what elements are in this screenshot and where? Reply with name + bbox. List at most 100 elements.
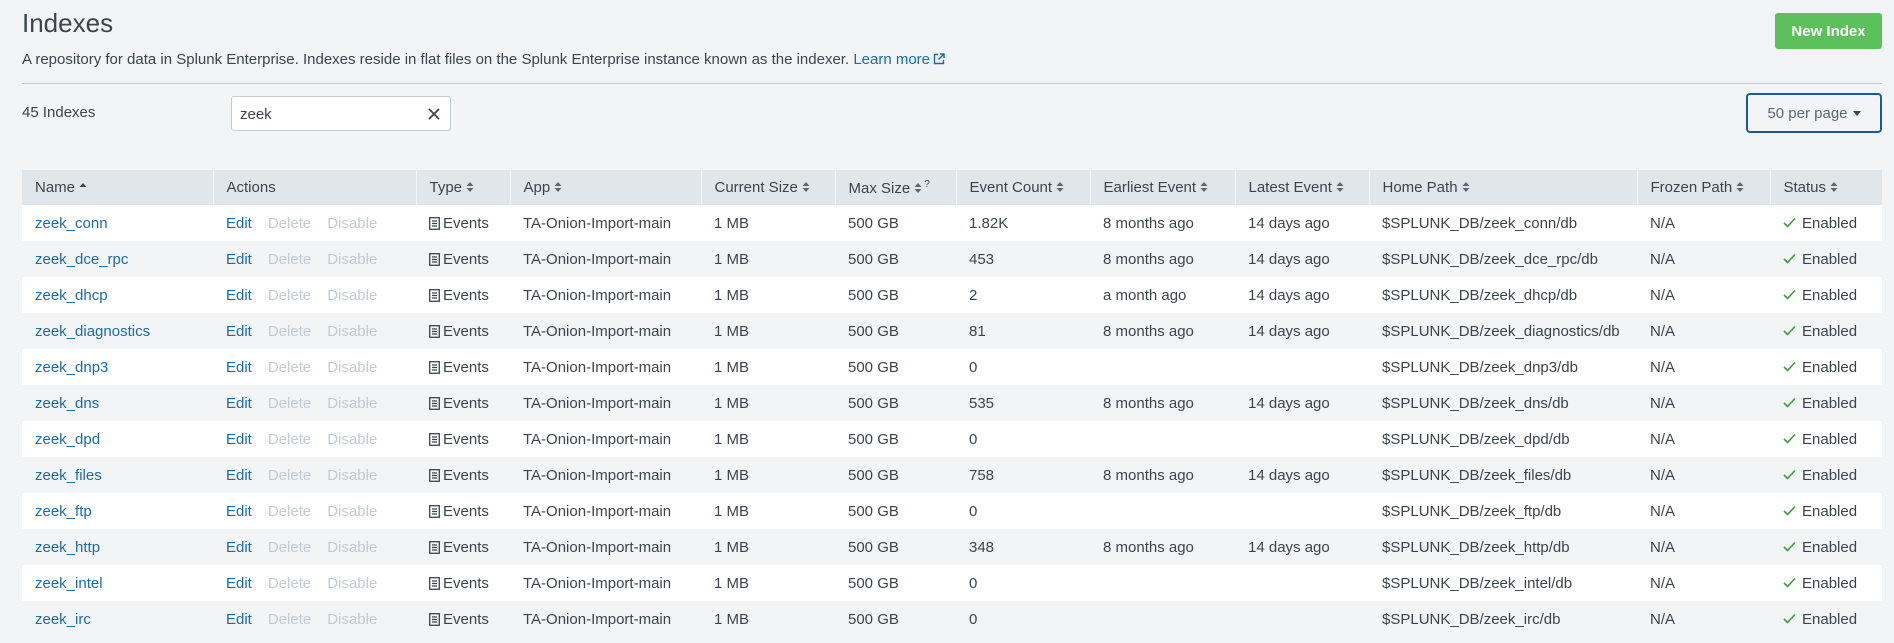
edit-link[interactable]: Edit (226, 611, 252, 628)
index-name-link[interactable]: zeek_dce_rpc (35, 251, 128, 268)
table-row: zeek_http Edit Delete Disable Events TA-Onion… (22, 529, 1882, 565)
column-header-current-size[interactable]: Current Size (701, 170, 836, 205)
edit-link[interactable]: Edit (226, 323, 252, 340)
status-label: Enabled (1802, 466, 1858, 484)
index-name-link[interactable]: zeek_dnp3 (35, 359, 108, 376)
column-header-app[interactable]: App (510, 170, 702, 205)
disable-link[interactable]: Disable (327, 251, 377, 268)
earliest-event-cell (1090, 349, 1235, 385)
sort-icon (1736, 182, 1744, 192)
edit-link[interactable]: Edit (226, 287, 252, 304)
delete-link[interactable]: Delete (268, 395, 311, 412)
edit-link[interactable]: Edit (226, 431, 252, 448)
index-name-link[interactable]: zeek_dpd (35, 431, 100, 448)
document-icon (429, 360, 440, 374)
new-index-button[interactable]: New Index (1775, 13, 1882, 49)
chevron-down-icon (1852, 110, 1861, 116)
delete-link[interactable]: Delete (268, 251, 311, 268)
column-header-event-count[interactable]: Event Count (956, 170, 1091, 205)
disable-link[interactable]: Disable (327, 431, 377, 448)
column-header-name[interactable]: Name (22, 170, 214, 205)
delete-link[interactable]: Delete (268, 539, 311, 556)
edit-link[interactable]: Edit (226, 539, 252, 556)
edit-link[interactable]: Edit (226, 575, 252, 592)
disable-link[interactable]: Disable (327, 467, 377, 484)
max-size-cell: 500 GB (835, 529, 956, 565)
max-size-cell: 500 GB (835, 205, 956, 241)
status-cell: Enabled (1770, 277, 1882, 313)
status-cell: Enabled (1770, 421, 1882, 457)
per-page-dropdown[interactable]: 50 per page (1746, 93, 1882, 133)
max-size-cell: 500 GB (835, 493, 956, 529)
column-header-type[interactable]: Type (416, 170, 511, 205)
edit-link[interactable]: Edit (226, 215, 252, 232)
search-input[interactable] (240, 103, 420, 125)
learn-more-link[interactable]: Learn more (853, 51, 945, 68)
disable-link[interactable]: Disable (327, 215, 377, 232)
column-header-earliest-event[interactable]: Earliest Event (1090, 170, 1236, 205)
column-header-home-path[interactable]: Home Path (1369, 170, 1638, 205)
edit-link[interactable]: Edit (226, 359, 252, 376)
earliest-event-cell (1090, 421, 1235, 457)
index-name-link[interactable]: zeek_diagnostics (35, 323, 150, 340)
disable-link[interactable]: Disable (327, 503, 377, 520)
header-divider (22, 83, 1882, 84)
type-cell: Events (416, 529, 510, 565)
disable-link[interactable]: Disable (327, 287, 377, 304)
column-header-frozen-path[interactable]: Frozen Path (1637, 170, 1771, 205)
delete-link[interactable]: Delete (268, 215, 311, 232)
delete-link[interactable]: Delete (268, 611, 311, 628)
edit-link[interactable]: Edit (226, 503, 252, 520)
checkmark-icon (1783, 217, 1796, 228)
status-cell: Enabled (1770, 457, 1882, 493)
delete-link[interactable]: Delete (268, 431, 311, 448)
column-label: Frozen Path (1650, 179, 1733, 196)
actions-cell: Edit Delete Disable (213, 205, 416, 241)
delete-link[interactable]: Delete (268, 287, 311, 304)
index-name-link[interactable]: zeek_intel (35, 575, 103, 592)
disable-link[interactable]: Disable (327, 395, 377, 412)
edit-link[interactable]: Edit (226, 395, 252, 412)
status-cell: Enabled (1770, 385, 1882, 421)
sort-icon (466, 182, 474, 192)
disable-link[interactable]: Disable (327, 575, 377, 592)
checkmark-icon (1783, 289, 1796, 300)
delete-link[interactable]: Delete (268, 359, 311, 376)
delete-link[interactable]: Delete (268, 323, 311, 340)
current-size-cell: 1 MB (701, 349, 835, 385)
edit-link[interactable]: Edit (226, 467, 252, 484)
column-header-status[interactable]: Status (1770, 170, 1883, 205)
delete-link[interactable]: Delete (268, 575, 311, 592)
type-label: Events (443, 538, 489, 556)
index-name-link[interactable]: zeek_irc (35, 611, 91, 628)
type-label: Events (443, 250, 489, 268)
index-name-link[interactable]: zeek_conn (35, 215, 108, 232)
disable-link[interactable]: Disable (327, 323, 377, 340)
edit-link[interactable]: Edit (226, 251, 252, 268)
current-size-cell: 1 MB (701, 457, 835, 493)
column-header-latest-event[interactable]: Latest Event (1235, 170, 1370, 205)
index-name-link[interactable]: zeek_dns (35, 395, 99, 412)
delete-link[interactable]: Delete (268, 503, 311, 520)
help-icon[interactable]: ? (924, 179, 930, 190)
home-path-cell: $SPLUNK_DB/zeek_diagnostics/db (1369, 313, 1637, 349)
index-name-link[interactable]: zeek_files (35, 467, 102, 484)
index-name-link[interactable]: zeek_http (35, 539, 100, 556)
frozen-path-cell: N/A (1637, 565, 1770, 601)
disable-link[interactable]: Disable (327, 539, 377, 556)
index-name-cell: zeek_irc (22, 601, 213, 637)
index-name-link[interactable]: zeek_dhcp (35, 287, 108, 304)
index-name-link[interactable]: zeek_ftp (35, 503, 92, 520)
delete-link[interactable]: Delete (268, 467, 311, 484)
close-icon[interactable] (426, 106, 442, 122)
page-title: Indexes (22, 8, 114, 38)
frozen-path-cell: N/A (1637, 205, 1770, 241)
column-header-max-size[interactable]: Max Size? (835, 170, 957, 205)
table-row: zeek_dns Edit Delete Disable Events TA-Onion-… (22, 385, 1882, 421)
disable-link[interactable]: Disable (327, 611, 377, 628)
disable-link[interactable]: Disable (327, 359, 377, 376)
app-cell: TA-Onion-Import-main (510, 241, 701, 277)
event-count-cell: 81 (956, 313, 1090, 349)
frozen-path-cell: N/A (1637, 457, 1770, 493)
home-path-cell: $SPLUNK_DB/zeek_dpd/db (1369, 421, 1637, 457)
